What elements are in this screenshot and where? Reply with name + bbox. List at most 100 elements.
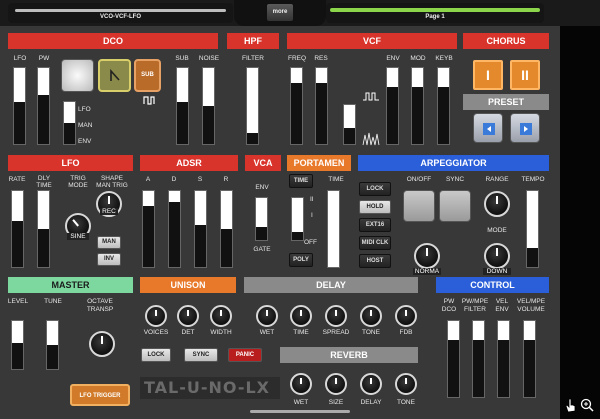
vcf-keyb-slider[interactable] bbox=[437, 67, 450, 145]
dco-header: DCO bbox=[8, 33, 218, 49]
lfo-delay-slider[interactable] bbox=[37, 190, 50, 268]
reverb-wet-knob[interactable] bbox=[290, 373, 312, 395]
vcf-env-label: ENV bbox=[386, 55, 400, 62]
delay-feedback-knob[interactable] bbox=[395, 305, 417, 327]
knob-pointer bbox=[496, 248, 498, 256]
delay-wet-knob[interactable] bbox=[256, 305, 278, 327]
zoom-icon[interactable] bbox=[580, 398, 594, 412]
reverb-tone-knob[interactable] bbox=[395, 373, 417, 395]
lfo-inv-button[interactable]: INV bbox=[97, 253, 121, 266]
lfo-rate-slider[interactable] bbox=[11, 190, 24, 268]
delay-time-knob[interactable] bbox=[290, 305, 312, 327]
arp-midi-clk-button[interactable]: MIDI CLK bbox=[359, 236, 391, 250]
portamento-mode-switch[interactable] bbox=[291, 197, 304, 241]
more-button[interactable]: more bbox=[266, 3, 294, 22]
adsr-a-slider[interactable] bbox=[142, 190, 155, 268]
preset-prev-button[interactable] bbox=[473, 113, 503, 143]
control-pw-filter-slider[interactable] bbox=[472, 320, 485, 398]
page-selector[interactable]: Page 1 bbox=[326, 3, 544, 23]
vca-fill bbox=[256, 227, 267, 240]
knob-pointer bbox=[187, 310, 189, 317]
vcf-freq-slider[interactable] bbox=[290, 67, 303, 145]
panic-button[interactable]: PANIC bbox=[228, 348, 262, 362]
delay-spread-knob[interactable] bbox=[325, 305, 347, 327]
unison-voices-knob[interactable] bbox=[145, 305, 167, 327]
vcf-res-slider[interactable] bbox=[315, 67, 328, 145]
control-vel-env-slider[interactable] bbox=[497, 320, 510, 398]
pulse-wave-button[interactable] bbox=[61, 59, 94, 92]
portamento-mark-1: I bbox=[311, 212, 313, 219]
reverb-delay-label: DELAY bbox=[360, 399, 382, 406]
adsr-d-fill bbox=[169, 202, 180, 267]
saw-wave-button[interactable] bbox=[98, 59, 131, 92]
reverb-wet-label: WET bbox=[293, 399, 309, 406]
portamento-time-slider[interactable] bbox=[327, 190, 340, 268]
hpf-slider[interactable] bbox=[246, 67, 259, 145]
arp-mode-knob[interactable] bbox=[484, 243, 510, 269]
dco-pw-label: PW bbox=[38, 55, 50, 62]
master-level-slider[interactable] bbox=[11, 320, 24, 370]
delay-tone-knob[interactable] bbox=[360, 305, 382, 327]
vcf-header: VCF bbox=[287, 33, 457, 49]
arp-sync-button[interactable] bbox=[439, 190, 471, 222]
vcf-mod-slider[interactable] bbox=[411, 67, 424, 145]
unison-sync-button[interactable]: SYNC bbox=[184, 348, 218, 362]
control-vel-volume-slider[interactable] bbox=[523, 320, 536, 398]
unison-lock-button[interactable]: LOCK bbox=[141, 348, 171, 362]
master-octave-label: OCTAVE TRANSP bbox=[86, 298, 114, 313]
arp-lock-button[interactable]: LOCK bbox=[359, 182, 391, 196]
adsr-d-slider[interactable] bbox=[168, 190, 181, 268]
delay-time-label: TIME bbox=[293, 329, 309, 336]
poly-button[interactable]: POLY bbox=[289, 253, 313, 267]
adsr-s-slider[interactable] bbox=[194, 190, 207, 268]
knob-pointer bbox=[266, 310, 268, 317]
reverb-delay-knob[interactable] bbox=[360, 373, 382, 395]
arp-onoff-button[interactable] bbox=[403, 190, 435, 222]
arp-hold-button[interactable]: HOLD bbox=[359, 200, 391, 214]
chorus-2-button[interactable]: II bbox=[510, 60, 540, 90]
noise-slider[interactable] bbox=[202, 67, 215, 145]
reverb-size-knob[interactable] bbox=[325, 373, 347, 395]
portamento-mark-2: II bbox=[310, 196, 314, 203]
vca-switch[interactable] bbox=[255, 197, 268, 241]
arp-ext16-button[interactable]: EXT16 bbox=[359, 218, 391, 232]
pw-src-lfo: LFO bbox=[78, 106, 91, 113]
vcf-mod-fill bbox=[412, 87, 423, 144]
portamento-time-button[interactable]: TIME bbox=[289, 174, 313, 188]
vcf-freq-fill bbox=[291, 83, 302, 144]
vcf-lfo-slider[interactable] bbox=[343, 104, 356, 145]
control-pw-dco-slider[interactable] bbox=[447, 320, 460, 398]
adsr-a-label: A bbox=[145, 176, 151, 183]
unison-width-knob[interactable] bbox=[210, 305, 232, 327]
dco-lfo-slider[interactable] bbox=[13, 67, 26, 145]
lfo-trigger-button[interactable]: LFO TRIGGER bbox=[70, 384, 130, 406]
arp-tempo-slider[interactable] bbox=[526, 190, 539, 268]
adsr-r-slider[interactable] bbox=[220, 190, 233, 268]
arp-tempo-fill bbox=[527, 248, 538, 267]
lfo-shape-label: SHAPE MAN TRIG bbox=[96, 175, 128, 189]
sub-slider[interactable] bbox=[176, 67, 189, 145]
arp-norma-knob[interactable] bbox=[414, 243, 440, 269]
noise-label: NOISE bbox=[198, 55, 220, 62]
sub-button[interactable]: SUB bbox=[134, 59, 161, 92]
lfo-man-button[interactable]: MAN bbox=[97, 236, 121, 249]
lfo-wave-icon bbox=[363, 92, 379, 101]
octave-transpose-knob[interactable] bbox=[89, 331, 115, 357]
home-indicator bbox=[250, 410, 350, 413]
master-tune-slider[interactable] bbox=[46, 320, 59, 370]
dco-pw-slider[interactable] bbox=[37, 67, 50, 145]
chorus-1-button[interactable]: I bbox=[473, 60, 503, 90]
arp-range-knob[interactable] bbox=[484, 191, 510, 217]
preset-next-button[interactable] bbox=[510, 113, 540, 143]
lfo-delay-fill bbox=[38, 229, 49, 267]
portamento-time-label: TIME bbox=[328, 176, 344, 183]
unison-detune-knob[interactable] bbox=[177, 305, 199, 327]
master-header: MASTER bbox=[8, 277, 133, 293]
pw-source-switch[interactable] bbox=[63, 101, 76, 145]
delay-fdb-label: FDB bbox=[399, 329, 413, 336]
preset-selector[interactable]: VCO-VCF-LFO bbox=[8, 3, 233, 23]
arp-host-button[interactable]: HOST bbox=[359, 254, 391, 268]
arrow-left-icon bbox=[483, 123, 495, 135]
vcf-env-slider[interactable] bbox=[386, 67, 399, 145]
vcf-mod-label: MOD bbox=[410, 55, 426, 62]
